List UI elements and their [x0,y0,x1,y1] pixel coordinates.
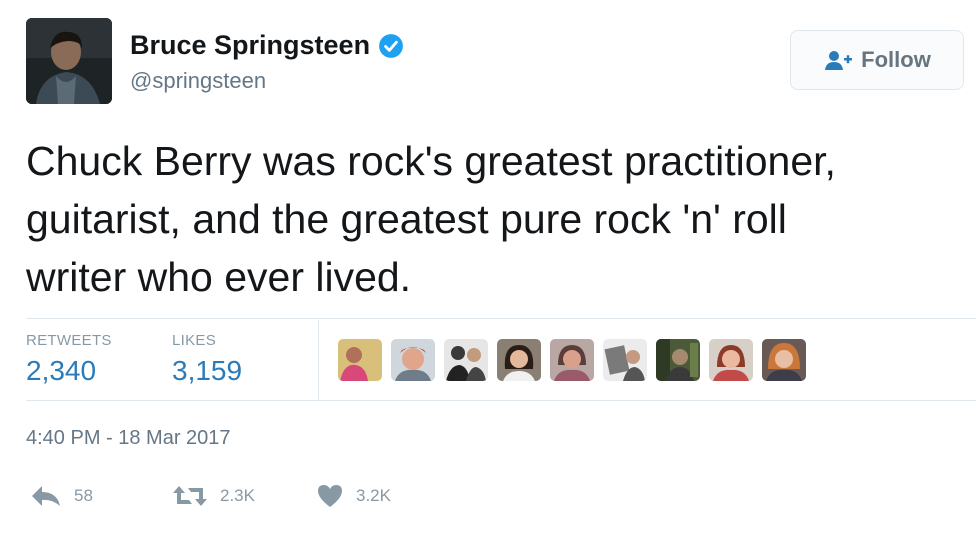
retweet-icon [173,486,207,506]
liker-avatar-6 [603,339,647,381]
retweets-count: 2,340 [26,355,97,386]
reply-count: 58 [74,486,93,505]
like-button[interactable]: 3.2K [316,484,391,508]
liker-avatar-3 [444,339,488,381]
like-count: 3.2K [356,486,391,505]
divider [26,400,976,401]
liker-avatar-4 [497,339,541,381]
display-name-text: Bruce Springsteen [130,30,371,60]
liker-avatar[interactable] [709,339,753,381]
likes-stat[interactable]: LIKES 3,159 [172,332,242,387]
liker-avatar[interactable] [338,339,382,381]
liker-avatar[interactable] [550,339,594,381]
retweets-stat[interactable]: RETWEETS 2,340 [26,332,112,387]
tweet-text: Chuck Berry was rock's greatest practiti… [26,132,966,306]
liker-avatars [338,339,806,381]
profile-photo [26,18,112,104]
liker-avatar[interactable] [444,339,488,381]
retweet-button[interactable]: 2.3K [172,484,255,508]
heart-icon [318,485,342,507]
reply-icon [32,486,60,506]
liker-avatar[interactable] [603,339,647,381]
liker-avatar[interactable] [497,339,541,381]
add-user-icon [825,51,853,70]
retweet-count: 2.3K [220,486,255,505]
profile-avatar[interactable] [26,18,112,104]
liker-avatar-7 [656,339,700,381]
user-handle[interactable]: @springsteen [130,68,266,94]
liker-avatar-8 [709,339,753,381]
liker-avatar[interactable] [656,339,700,381]
tweet-line: guitarist, and the greatest pure rock 'n… [26,196,787,242]
tweet-line: Chuck Berry was rock's greatest practiti… [26,138,836,184]
liker-avatar-2 [391,339,435,381]
liker-avatar[interactable] [762,339,806,381]
follow-button-label: Follow [861,47,931,72]
liker-avatar-5 [550,339,594,381]
reply-button[interactable]: 58 [30,484,93,508]
verified-badge-icon [379,33,403,58]
likes-label: LIKES [172,332,217,349]
retweets-label: RETWEETS [26,332,112,349]
liker-avatar-9 [762,339,806,381]
display-name[interactable]: Bruce Springsteen [130,30,404,61]
liker-avatar-1 [338,339,382,381]
stats-separator [318,320,319,400]
likes-count: 3,159 [172,355,243,386]
liker-avatar[interactable] [391,339,435,381]
tweet-line: writer who ever lived. [26,254,412,300]
follow-button[interactable]: Follow [790,30,964,90]
divider [26,318,976,319]
tweet-timestamp[interactable]: 4:40 PM - 18 Mar 2017 [26,427,231,450]
